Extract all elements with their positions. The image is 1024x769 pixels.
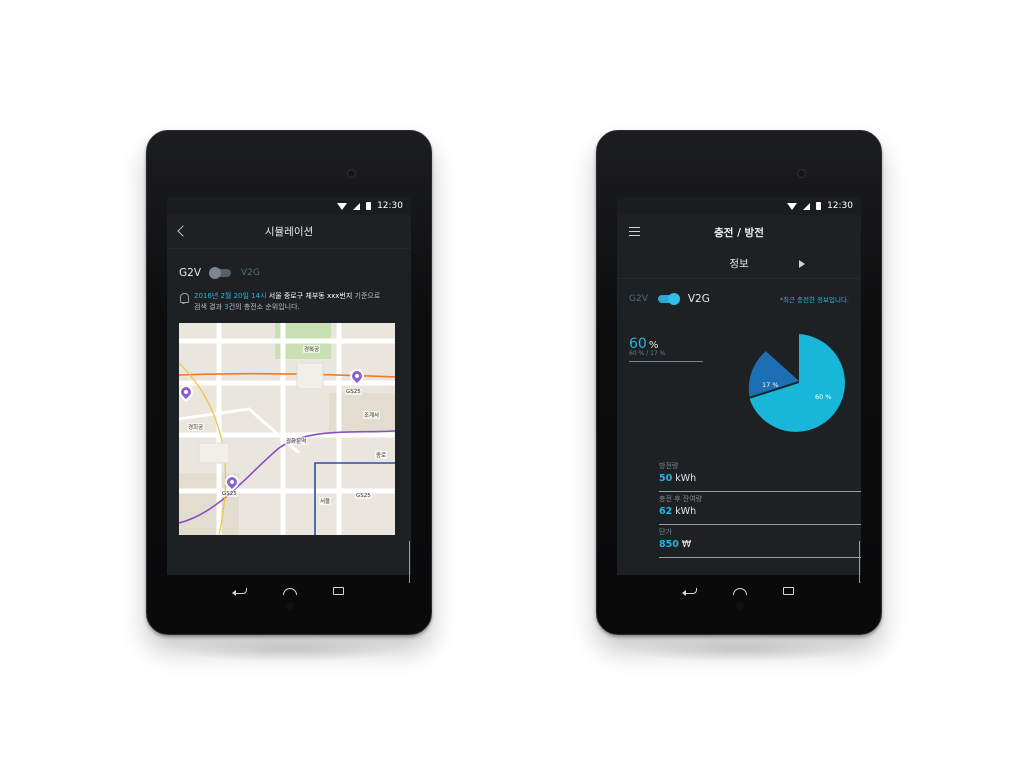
percent-summary: 60% 60 % / 17 % (629, 333, 703, 362)
nav-back-icon[interactable] (681, 588, 697, 596)
map-label: 경희궁 (187, 423, 205, 431)
mode-toggle-row: G2V V2G *최근 충전한 정보입니다. (617, 291, 861, 307)
tab-row: 정보 (617, 249, 861, 279)
app-bar: 충전 / 방전 (617, 215, 861, 249)
battery-icon (816, 202, 822, 210)
screen-edge (859, 541, 860, 583)
g2v-v2g-switch[interactable] (209, 267, 231, 279)
tab-info[interactable]: 정보 (729, 256, 748, 271)
recent-note: *최근 충전한 정보입니다. (779, 296, 849, 304)
info-unit: kWh (675, 506, 697, 517)
map-roads (179, 323, 395, 535)
notice-suffix: 기준으로 (352, 292, 381, 300)
g2v-v2g-switch[interactable] (657, 293, 680, 305)
info-label: 방전량 (659, 462, 679, 470)
tablet-right: 12:30 충전 / 방전 정보 G2V V2G *최근 충전한 정보입니다. … (596, 130, 882, 662)
map-label: GS25 (355, 493, 372, 499)
tablet-left: 12:30 시뮬레이션 G2V V2G 2016년 2월 20일 14시 서울 … (146, 130, 432, 662)
v2g-label: V2G (687, 293, 710, 305)
map-label: 서울 (319, 497, 332, 505)
wifi-icon (337, 202, 348, 210)
g2v-label: G2V (179, 267, 201, 279)
notice-address: 서울 중로구 체부동 xxx번지 (268, 292, 353, 300)
status-time: 12:30 (827, 201, 853, 211)
nav-recent-icon[interactable] (782, 587, 794, 595)
speaker-dot (736, 602, 744, 610)
system-nav-bar (617, 579, 861, 603)
map-label: 경복궁 (303, 345, 321, 353)
notice-date: 2016년 2월 20일 14시 (194, 292, 267, 300)
screen-edge (409, 541, 410, 583)
pie-label-17: 17 % (762, 381, 779, 389)
battery-icon (366, 202, 372, 210)
menu-icon[interactable] (629, 227, 640, 236)
status-time: 12:30 (377, 201, 403, 211)
percent-underline (629, 361, 703, 362)
info-item-remaining: 충전 후 잔여량 62 kWh (659, 492, 861, 525)
notice-line2-a: 검색 결과 (194, 303, 225, 311)
info-value: 62 (659, 506, 673, 517)
info-item-discharge: 방전량 50 kWh (659, 459, 861, 492)
status-bar: 12:30 (167, 197, 411, 215)
camera-lens (797, 169, 806, 178)
map-label: GS25 (221, 491, 238, 497)
info-item-price: 단가 850 ₩ (659, 525, 861, 558)
info-unit: kWh (675, 473, 697, 484)
g2v-label: G2V (629, 294, 648, 304)
percent-breakdown: 60 % / 17 % (629, 350, 666, 357)
map-label: 조계사 (363, 411, 381, 419)
charge-pie-chart: 60 % 17 % (748, 334, 845, 432)
info-value: 50 (659, 473, 673, 484)
info-label: 충전 후 잔여량 (659, 495, 703, 503)
back-arrow-icon[interactable] (177, 225, 189, 237)
mode-toggle-row: G2V V2G (167, 265, 411, 281)
info-unit: ₩ (681, 539, 692, 550)
info-value: 850 (659, 539, 679, 550)
info-label: 단가 (659, 528, 672, 536)
nav-home-icon[interactable] (732, 587, 747, 595)
camera-lens (347, 169, 356, 178)
system-nav-bar (167, 579, 411, 603)
notice-line2-b: 건의 충전소 순위입니다. (228, 303, 300, 311)
v2g-label: V2G (241, 268, 260, 278)
page-title: 시뮬레이션 (264, 226, 314, 238)
station-map[interactable]: GS25 GS25 GS25 광화문역 경복궁 경희궁 조계사 종로 서울 (179, 323, 395, 535)
play-icon[interactable] (799, 260, 805, 268)
screen-charge-discharge: 12:30 충전 / 방전 정보 G2V V2G *최근 충전한 정보입니다. … (617, 197, 861, 575)
info-list: 방전량 50 kWh 충전 후 잔여량 62 kWh 단가 850 ₩ (659, 459, 861, 558)
search-notice: 2016년 2월 20일 14시 서울 중로구 체부동 xxx번지 기준으로 검… (167, 291, 411, 313)
map-label: 종로 (375, 451, 388, 459)
nav-recent-icon[interactable] (332, 587, 344, 595)
bell-icon (179, 293, 189, 304)
map-label: GS25 (345, 389, 362, 395)
app-bar: 시뮬레이션 (167, 215, 411, 249)
wifi-icon (787, 202, 798, 210)
page-title: 충전 / 방전 (714, 226, 764, 239)
nav-home-icon[interactable] (282, 587, 297, 595)
speaker-dot (286, 602, 294, 610)
screen-simulation: 12:30 시뮬레이션 G2V V2G 2016년 2월 20일 14시 서울 … (167, 197, 411, 575)
status-bar: 12:30 (617, 197, 861, 215)
signal-icon (353, 202, 361, 210)
pie-label-60: 60 % (815, 393, 832, 401)
map-label: 광화문역 (285, 437, 308, 445)
signal-icon (803, 202, 811, 210)
nav-back-icon[interactable] (231, 588, 247, 596)
